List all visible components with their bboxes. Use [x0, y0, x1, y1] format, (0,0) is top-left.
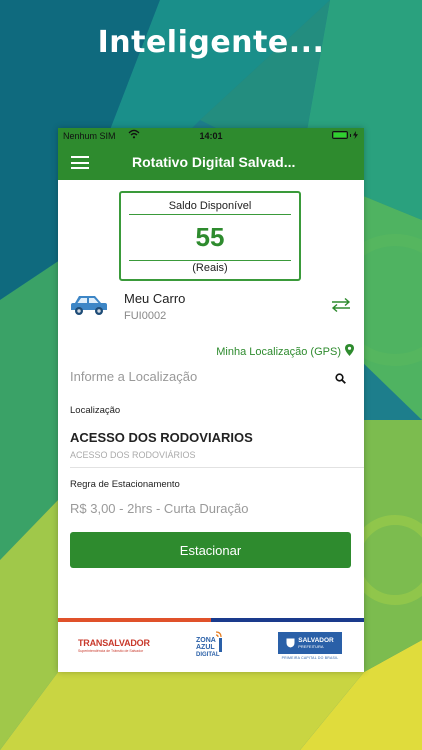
search-icon[interactable] — [335, 371, 346, 389]
zona-azul-text-3: DIGITAL — [196, 652, 220, 658]
zona-azul-text-1: ZONA — [196, 637, 216, 644]
divider — [70, 467, 364, 468]
battery-icon — [332, 131, 358, 139]
app-bar: Rotativo Digital Salvad... — [58, 144, 364, 180]
salvador-logo-subtext: PREFEITURA — [298, 644, 324, 649]
location-search — [70, 368, 352, 390]
balance-divider-top — [129, 214, 291, 215]
zona-azul-digital-logo: ZONA AZUL DIGITAL — [194, 628, 228, 667]
gps-location-link[interactable]: Minha Localização (GPS) — [216, 344, 354, 359]
vehicle-row[interactable]: Meu Carro FUI0002 — [70, 291, 354, 325]
status-time: 14:01 — [199, 131, 223, 141]
parking-rule-value[interactable]: R$ 3,00 - 2hrs - Curta Duração — [70, 501, 248, 516]
salvador-tagline: PRIMEIRA CAPITAL DO BRASIL — [281, 656, 339, 660]
crest-icon — [286, 638, 295, 648]
location-pin-icon — [345, 344, 354, 359]
park-button[interactable]: Estacionar — [70, 532, 351, 568]
parking-rule-label: Regra de Estacionamento — [70, 479, 180, 490]
headline: Inteligente... — [97, 25, 325, 60]
app-title: Rotativo Digital Salvad... — [132, 154, 296, 170]
balance-value: 55 — [195, 222, 225, 252]
vehicle-name: Meu Carro — [124, 291, 186, 306]
zona-azul-text-2: AZUL — [196, 644, 215, 651]
location-label: Localização — [70, 405, 121, 416]
balance-label: Saldo Disponível — [168, 200, 252, 212]
swap-arrows-icon[interactable] — [330, 297, 352, 318]
transalvador-logo-text: TRANSALVADOR — [78, 638, 150, 648]
gps-link-label: Minha Localização (GPS) — [216, 345, 341, 358]
location-search-input[interactable] — [70, 369, 310, 384]
location-value[interactable]: ACESSO DOS RODOVIARIOS — [70, 430, 253, 445]
menu-icon[interactable] — [71, 156, 89, 169]
location-subtitle: ACESSO DOS RODOVIÁRIOS — [70, 450, 196, 460]
balance-divider-bottom — [129, 260, 291, 261]
transalvador-logo: TRANSALVADOR Superintendência de Trânsit… — [78, 638, 150, 653]
status-bar: Nenhum SIM 14:01 — [58, 128, 364, 144]
balance-unit: (Reais) — [192, 262, 228, 274]
balance-card: Saldo Disponível 55 (Reais) — [119, 191, 301, 281]
transalvador-logo-subtext: Superintendência de Trânsito de Salvador — [78, 649, 144, 653]
salvador-logo-text: SALVADOR — [298, 637, 334, 644]
car-icon — [70, 293, 108, 322]
vehicle-plate: FUI0002 — [124, 310, 167, 322]
phone-screen: Nenhum SIM 14:01 Rotativo Digital Salvad… — [58, 128, 364, 672]
footer-logos: TRANSALVADOR Superintendência de Trânsit… — [58, 622, 364, 672]
salvador-logo: SALVADOR PREFEITURA PRIMEIRA CAPITAL DO … — [278, 632, 342, 660]
